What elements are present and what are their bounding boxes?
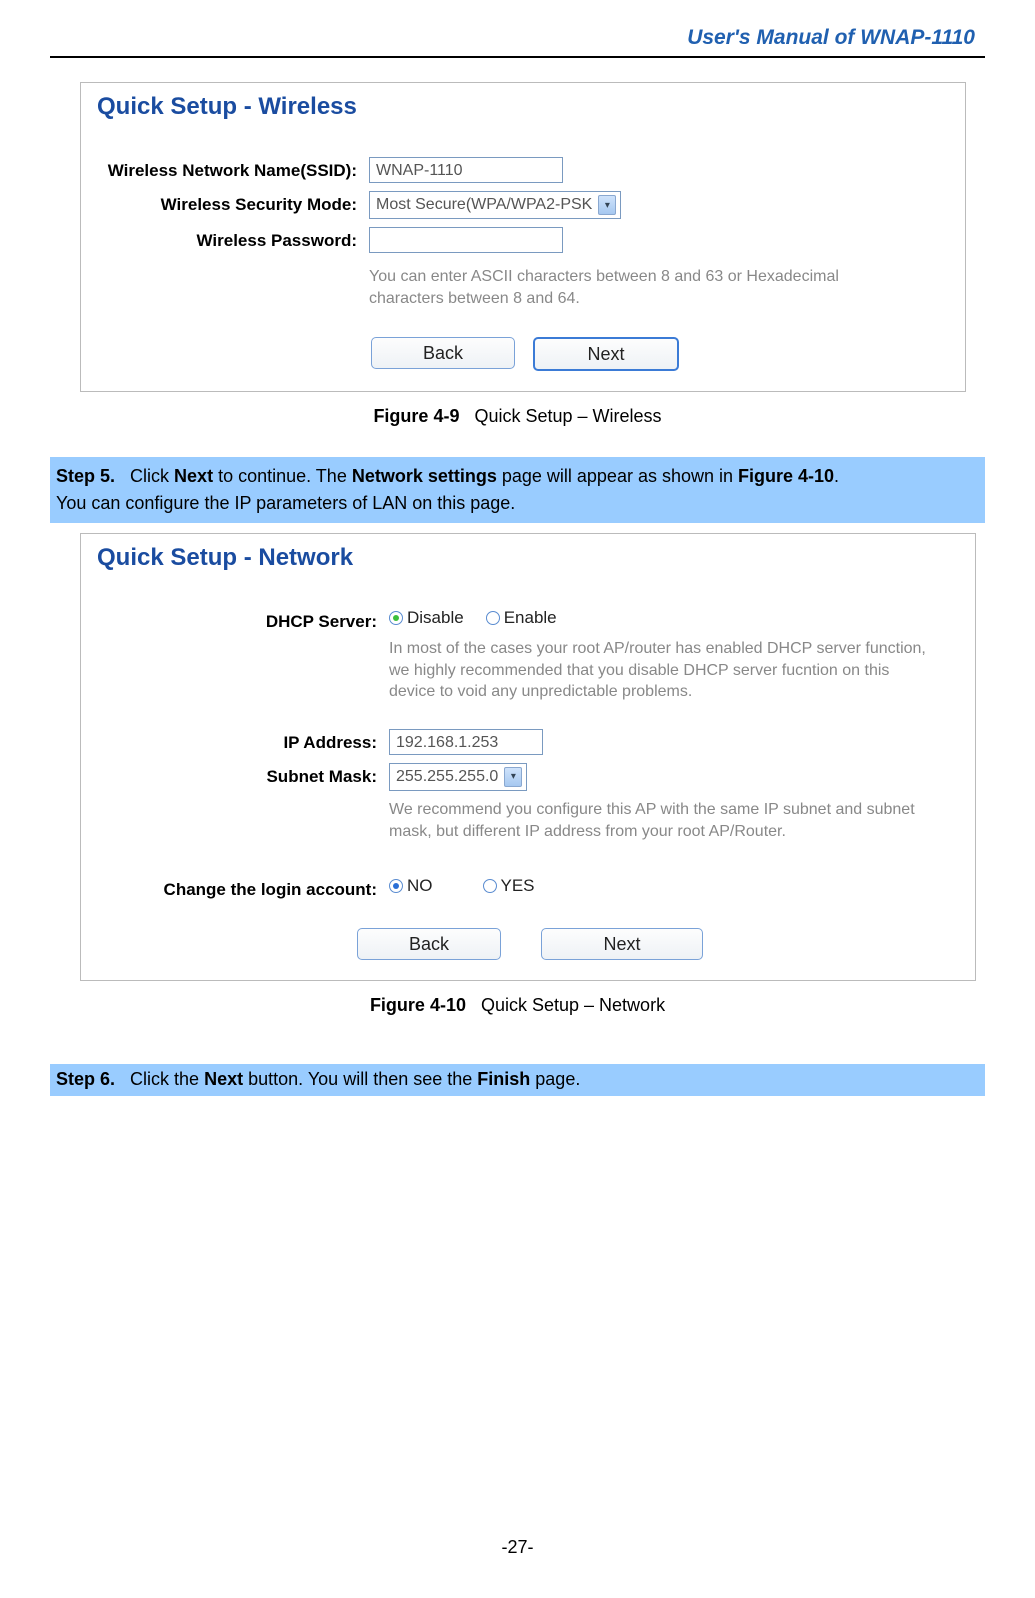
dhcp-enable-radio[interactable] [486, 611, 500, 625]
step-5-label: Step 5. [56, 466, 115, 486]
dhcp-enable-label: Enable [504, 608, 557, 628]
next-button[interactable]: Next [533, 337, 679, 371]
login-yes-label: YES [501, 876, 535, 896]
ip-address-input[interactable]: 192.168.1.253 [389, 729, 543, 755]
figure-wireless-box: Quick Setup - Wireless Wireless Network … [80, 82, 966, 392]
login-yes-radio[interactable] [483, 879, 497, 893]
step-5-block: Step 5. Click Next to continue. The Netw… [50, 457, 985, 523]
security-mode-select[interactable]: Most Secure(WPA/WPA2-PSK ▾ [369, 191, 621, 219]
step-6-block: Step 6. Click the Next button. You will … [50, 1064, 985, 1095]
subnet-mask-label: Subnet Mask: [95, 763, 389, 787]
dhcp-disable-label: Disable [407, 608, 464, 628]
security-mode-value: Most Secure(WPA/WPA2-PSK [376, 196, 592, 214]
dhcp-hint: In most of the cases your root AP/router… [389, 636, 929, 703]
ssid-input[interactable]: WNAP-1110 [369, 157, 563, 183]
step-6-label: Step 6. [56, 1069, 115, 1089]
back-button[interactable]: Back [371, 337, 515, 369]
ssid-label: Wireless Network Name(SSID): [95, 157, 369, 181]
subnet-mask-value: 255.255.255.0 [396, 768, 498, 786]
ip-address-label: IP Address: [95, 729, 389, 753]
chevron-down-icon: ▾ [504, 767, 522, 787]
header-rule [50, 56, 985, 58]
figure-9-caption-text: Quick Setup – Wireless [474, 406, 661, 426]
figure-10-caption-bold: Figure 4-10 [370, 995, 466, 1015]
ip-hint: We recommend you configure this AP with … [389, 797, 929, 842]
figure-10-caption: Figure 4-10 Quick Setup – Network [50, 995, 985, 1016]
header-title: User's Manual of WNAP-1110 [50, 20, 985, 50]
login-no-radio[interactable] [389, 879, 403, 893]
password-label: Wireless Password: [95, 227, 369, 251]
panel-title-wireless: Quick Setup - Wireless [95, 89, 955, 157]
figure-9-caption-bold: Figure 4-9 [373, 406, 459, 426]
login-no-label: NO [407, 876, 433, 896]
login-account-label: Change the login account: [95, 876, 389, 900]
password-input[interactable] [369, 227, 563, 253]
next-button[interactable]: Next [541, 928, 703, 960]
subnet-mask-select[interactable]: 255.255.255.0 ▾ [389, 763, 527, 791]
page-number: -27- [0, 1537, 1035, 1558]
dhcp-disable-radio[interactable] [389, 611, 403, 625]
chevron-down-icon: ▾ [598, 195, 616, 215]
figure-10-caption-text: Quick Setup – Network [481, 995, 665, 1015]
password-hint: You can enter ASCII characters between 8… [369, 264, 909, 309]
back-button[interactable]: Back [357, 928, 501, 960]
panel-title-network: Quick Setup - Network [95, 540, 965, 608]
dhcp-label: DHCP Server: [95, 608, 389, 632]
figure-9-caption: Figure 4-9 Quick Setup – Wireless [50, 406, 985, 427]
step-5-line2: You can configure the IP parameters of L… [56, 493, 515, 513]
security-mode-label: Wireless Security Mode: [95, 191, 369, 215]
figure-network-box: Quick Setup - Network DHCP Server: Disab… [80, 533, 976, 981]
